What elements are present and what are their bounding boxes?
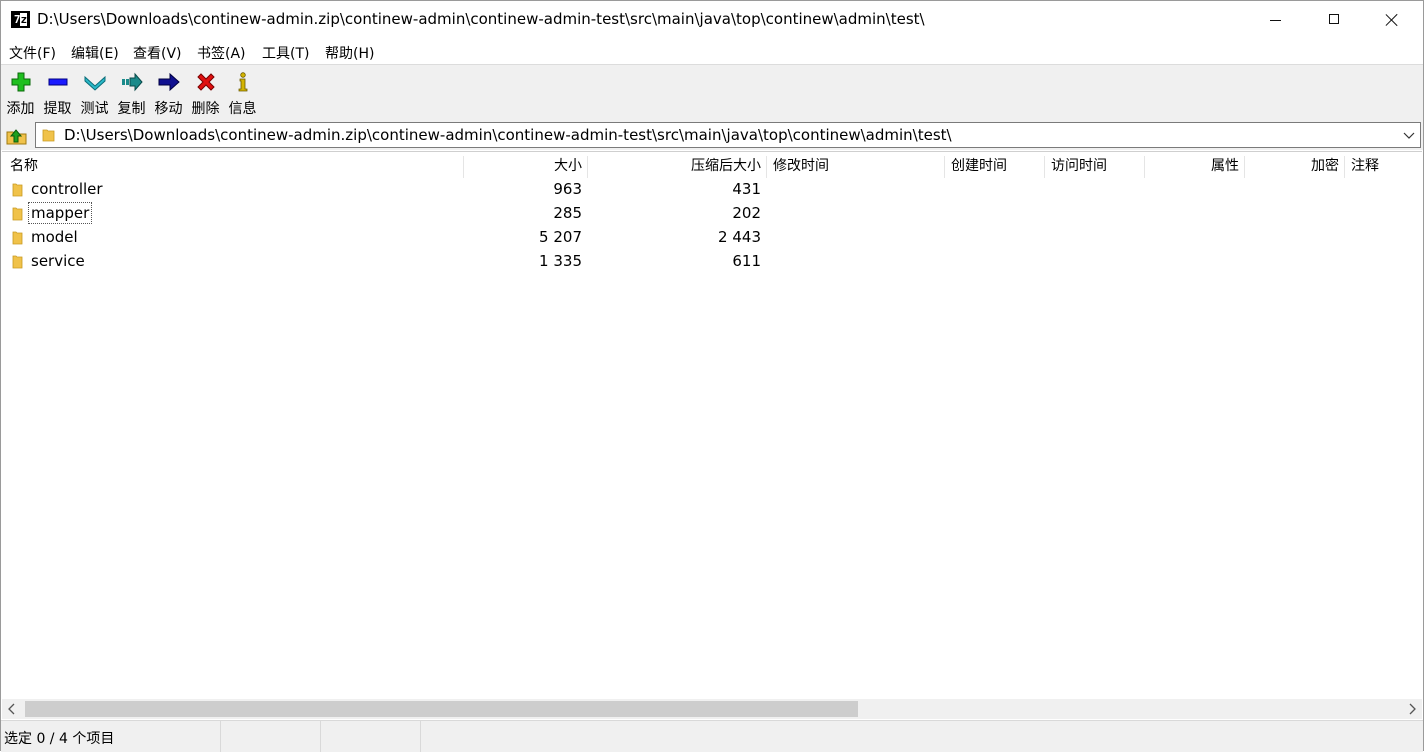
chevron-right-icon[interactable] [1402, 699, 1422, 719]
info-label: 信息 [228, 101, 257, 117]
address-combobox[interactable]: D:\Users\Downloads\continew-admin.zip\co… [35, 122, 1421, 148]
menu-edit[interactable]: 编辑(E) [71, 43, 119, 63]
move-label: 移动 [154, 101, 183, 117]
folder-icon [12, 255, 23, 269]
move-button[interactable]: 移动 [150, 67, 187, 119]
column-header-created[interactable]: 创建时间 [951, 152, 1007, 180]
test-icon [84, 75, 106, 91]
delete-label: 删除 [191, 101, 220, 117]
file-name: model [31, 228, 78, 246]
menu-bar: 文件(F) 编辑(E) 查看(V) 书签(A) 工具(T) 帮助(H) [1, 39, 1423, 64]
horizontal-scrollbar[interactable] [2, 699, 1422, 719]
folder-icon [12, 231, 23, 245]
close-button[interactable] [1363, 1, 1421, 39]
delete-button[interactable]: 删除 [187, 67, 224, 119]
file-size: 1 335 [539, 252, 582, 270]
chevron-down-icon[interactable] [1400, 124, 1418, 146]
scrollbar-thumb[interactable] [25, 701, 858, 717]
file-list[interactable]: 名称 大小 压缩后大小 修改时间 创建时间 访问时间 属性 加密 注释 cont… [2, 151, 1422, 700]
copy-icon [122, 72, 143, 92]
column-header-comment[interactable]: 注释 [1351, 152, 1379, 180]
extract-icon [48, 78, 68, 86]
chevron-left-icon[interactable] [2, 699, 22, 719]
add-button[interactable]: 添加 [2, 67, 39, 119]
column-separator[interactable] [1344, 156, 1345, 178]
add-icon [11, 72, 31, 92]
menu-bookmarks[interactable]: 书签(A) [197, 43, 246, 63]
file-name: service [31, 252, 85, 270]
column-header-size[interactable]: 大小 [472, 152, 582, 180]
menu-view[interactable]: 查看(V) [133, 43, 182, 63]
7z-app-icon: 7z [11, 11, 30, 28]
delete-icon [197, 73, 215, 91]
test-label: 测试 [80, 101, 109, 117]
extract-button[interactable]: 提取 [39, 67, 76, 119]
info-button[interactable]: 信息 [224, 67, 261, 119]
close-icon [1386, 14, 1398, 26]
app-icon-glyph-z: z [19, 13, 28, 26]
file-name: mapper [27, 202, 93, 224]
menu-file[interactable]: 文件(F) [9, 43, 56, 63]
menu-tools[interactable]: 工具(T) [262, 43, 309, 63]
file-row[interactable]: mapper 285 202 [2, 202, 1422, 226]
column-header-accessed[interactable]: 访问时间 [1051, 152, 1107, 180]
file-packed-size: 431 [732, 180, 761, 198]
maximize-button[interactable] [1305, 1, 1363, 39]
title-bar[interactable]: 7z D:\Users\Downloads\continew-admin.zip… [1, 1, 1423, 39]
copy-label: 复制 [117, 101, 146, 117]
folder-icon [42, 129, 55, 142]
column-header-encrypted[interactable]: 加密 [1252, 152, 1339, 180]
file-name: controller [31, 180, 103, 198]
address-bar: D:\Users\Downloads\continew-admin.zip\co… [1, 120, 1423, 150]
column-header-attributes[interactable]: 属性 [1152, 152, 1239, 180]
column-separator[interactable] [944, 156, 945, 178]
add-label: 添加 [6, 101, 35, 117]
column-separator[interactable] [766, 156, 767, 178]
menu-help[interactable]: 帮助(H) [325, 43, 374, 63]
column-separator[interactable] [587, 156, 588, 178]
status-cell [221, 721, 321, 752]
column-separator[interactable] [463, 156, 464, 178]
app-window: 7z D:\Users\Downloads\continew-admin.zip… [0, 0, 1424, 752]
file-size: 5 207 [539, 228, 582, 246]
file-packed-size: 611 [732, 252, 761, 270]
file-packed-size: 2 443 [718, 228, 761, 246]
column-header-modified[interactable]: 修改时间 [773, 152, 829, 180]
folder-icon [12, 183, 23, 197]
folder-icon [12, 207, 23, 221]
file-size: 285 [553, 204, 582, 222]
status-selection-cell: 选定 0 / 4 个项目 [1, 721, 221, 752]
file-row[interactable]: controller 963 431 [2, 178, 1422, 202]
file-packed-size: 202 [732, 204, 761, 222]
copy-button[interactable]: 复制 [113, 67, 150, 119]
extract-label: 提取 [43, 101, 72, 117]
column-header-packed-size[interactable]: 压缩后大小 [592, 152, 761, 180]
column-separator[interactable] [1044, 156, 1045, 178]
column-header-name[interactable]: 名称 [10, 152, 38, 180]
file-size: 963 [553, 180, 582, 198]
app-icon-glyph-7: 7 [13, 13, 21, 26]
status-cell [321, 721, 421, 752]
file-row[interactable]: model 5 207 2 443 [2, 226, 1422, 250]
status-bar: 选定 0 / 4 个项目 [1, 720, 1423, 752]
parent-folder-icon[interactable] [5, 123, 29, 147]
column-separator[interactable] [1244, 156, 1245, 178]
move-icon [158, 72, 180, 92]
test-button[interactable]: 测试 [76, 67, 113, 119]
info-icon [238, 72, 248, 92]
file-row[interactable]: service 1 335 611 [2, 250, 1422, 274]
column-separator[interactable] [1144, 156, 1145, 178]
minimize-button[interactable] [1247, 1, 1305, 39]
address-path: D:\Users\Downloads\continew-admin.zip\co… [64, 126, 952, 144]
status-selection: 选定 0 / 4 个项目 [4, 731, 115, 747]
window-title: D:\Users\Downloads\continew-admin.zip\co… [37, 10, 925, 28]
toolbar: 添加 提取 测试 复制 移动 删除 信息 [1, 64, 1423, 121]
